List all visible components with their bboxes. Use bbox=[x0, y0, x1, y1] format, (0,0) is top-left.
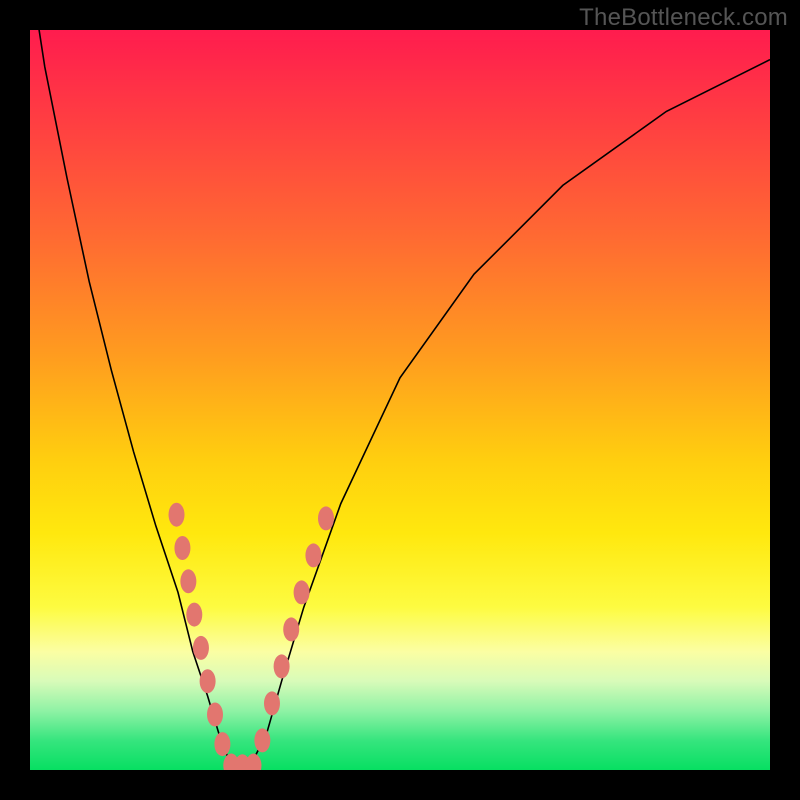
left-branch-dots-dot bbox=[174, 536, 190, 560]
left-branch-dots-dot bbox=[186, 603, 202, 627]
chart-frame: TheBottleneck.com bbox=[0, 0, 800, 800]
right-branch-dots-dot bbox=[254, 728, 270, 752]
left-branch-dots-dot bbox=[193, 636, 209, 660]
left-branch-dots-dot bbox=[207, 703, 223, 727]
bottleneck-curve bbox=[30, 30, 770, 770]
right-branch-dots-dot bbox=[318, 506, 334, 530]
watermark-text: TheBottleneck.com bbox=[579, 4, 788, 32]
valley-dots-dot bbox=[245, 754, 261, 770]
right-branch-dots-dot bbox=[294, 580, 310, 604]
plot-area bbox=[30, 30, 770, 770]
marker-layer bbox=[169, 503, 334, 770]
left-branch-dots-dot bbox=[214, 732, 230, 756]
left-branch-dots-dot bbox=[180, 569, 196, 593]
valley-dots-dot bbox=[223, 754, 239, 770]
curve-layer bbox=[30, 30, 770, 770]
right-branch-dots-dot bbox=[283, 617, 299, 641]
valley-dots-dot bbox=[234, 754, 250, 770]
left-branch-dots-dot bbox=[200, 669, 216, 693]
right-branch-dots-dot bbox=[264, 691, 280, 715]
right-branch-dots-dot bbox=[305, 543, 321, 567]
right-branch-dots-dot bbox=[274, 654, 290, 678]
bottleneck-curve-path bbox=[30, 30, 770, 770]
left-branch-dots-dot bbox=[169, 503, 185, 527]
